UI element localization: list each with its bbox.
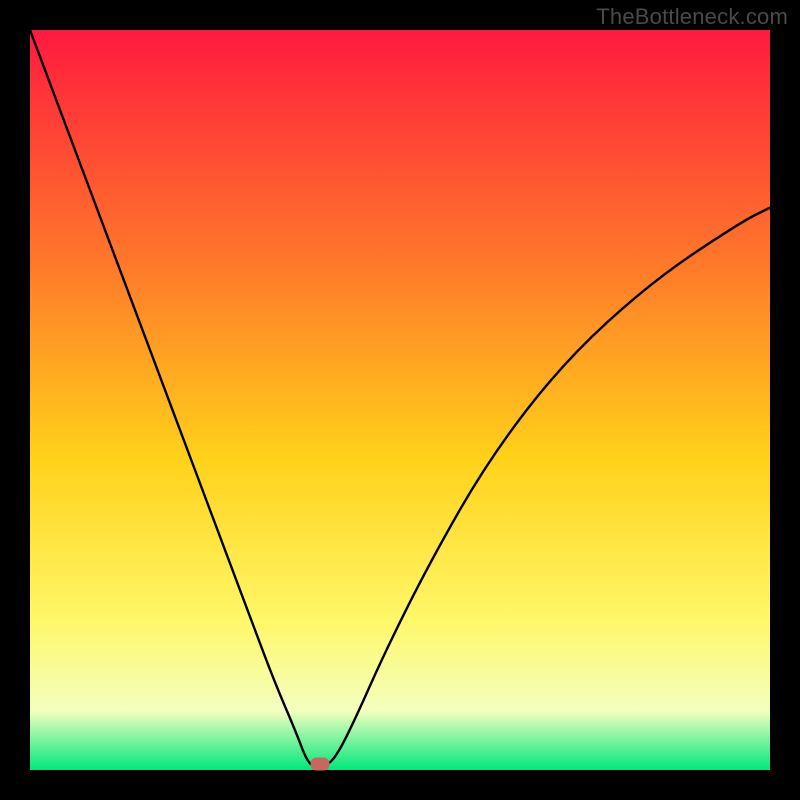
watermark-text: TheBottleneck.com <box>596 4 788 30</box>
plot-area <box>30 30 770 770</box>
chart-frame: TheBottleneck.com <box>0 0 800 800</box>
optimum-marker <box>311 758 330 771</box>
gradient-background <box>30 30 770 770</box>
plot-svg <box>30 30 770 770</box>
